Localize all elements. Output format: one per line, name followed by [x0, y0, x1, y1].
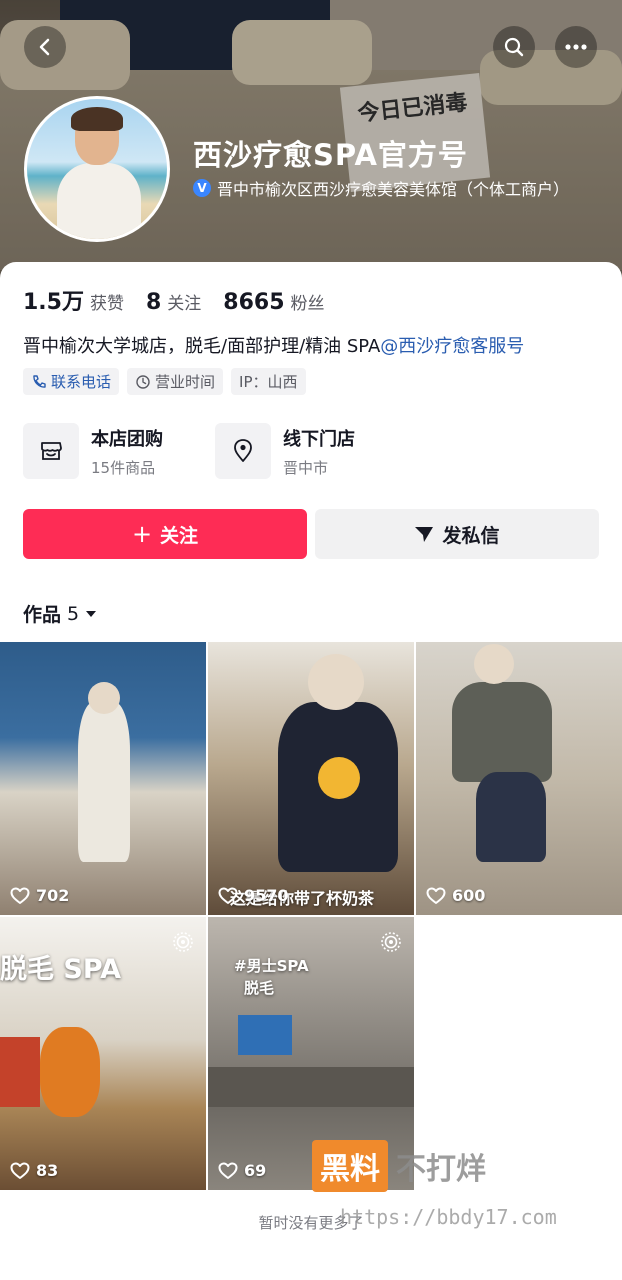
tag-phone[interactable]: 联系电话 — [23, 368, 120, 395]
plus-icon: + — [131, 520, 153, 548]
live-photo-icon — [381, 932, 401, 952]
verification-text: 晋中市榆次区西沙疗愈美容美体馆（个体工商户） — [217, 180, 570, 199]
following-count[interactable]: 8 — [146, 290, 161, 315]
watermark: 黑料 不打烊 — [312, 1140, 486, 1192]
heart-icon — [10, 1162, 30, 1179]
heart-icon — [10, 887, 30, 904]
chevron-left-icon — [39, 38, 50, 56]
likes-count: 1.5万 — [23, 290, 84, 315]
verification-row[interactable]: V 晋中市榆次区西沙疗愈美容美体馆（个体工商户） — [193, 176, 569, 200]
video-caption: 脱毛 SPA — [0, 954, 122, 985]
offline-store-subtitle: 晋中市 — [283, 458, 329, 477]
video-caption-line2: 脱毛 — [244, 979, 275, 997]
works-count: 5 — [67, 602, 80, 625]
send-icon — [415, 527, 434, 542]
location-pin-icon — [234, 439, 252, 462]
video-tile[interactable]: 脱毛 SPA 83 — [0, 917, 206, 1190]
bio-text: 晋中榆次大学城店，脱毛/面部护理/精油 SPA — [23, 336, 381, 357]
account-name: 西沙疗愈SPA官方号 — [193, 138, 468, 172]
video-caption-line1: #男士SPA — [234, 957, 309, 975]
video-likes: 9570 — [218, 886, 289, 905]
video-likes: 83 — [10, 1161, 58, 1180]
tag-hours[interactable]: 营业时间 — [127, 368, 224, 395]
group-buy-title: 本店团购 — [91, 428, 163, 450]
more-dots-icon — [565, 44, 587, 50]
message-button[interactable]: 发私信 — [315, 509, 599, 559]
video-likes: 702 — [10, 886, 69, 905]
watermark-text: 不打烊 — [396, 1152, 486, 1187]
caret-down-icon — [86, 610, 97, 617]
tag-row: 联系电话 营业时间 IP：山西 — [23, 368, 306, 395]
more-button[interactable] — [555, 26, 597, 68]
watermark-url: https://bbdy17.com — [340, 1205, 557, 1229]
tab-works[interactable]: 作品 5 — [23, 600, 97, 627]
follow-button[interactable]: + 关注 — [23, 509, 307, 559]
tag-ip: IP：山西 — [231, 368, 306, 395]
back-button[interactable] — [24, 26, 66, 68]
heart-icon — [426, 887, 446, 904]
search-icon — [504, 37, 524, 57]
group-buy-subtitle: 15件商品 — [91, 458, 156, 477]
bio-mention-link[interactable]: @西沙疗愈客服号 — [380, 336, 524, 357]
stats-row: 1.5万 获赞 8 关注 8665 粉丝 — [23, 284, 347, 316]
profile-sheet: 1.5万 获赞 8 关注 8665 粉丝 晋中榆次大学城店，脱毛/面部护理/精油… — [0, 262, 622, 1280]
bio: 晋中榆次大学城店，脱毛/面部护理/精油 SPA@西沙疗愈客服号 — [23, 332, 524, 358]
offline-store-title: 线下门店 — [283, 428, 355, 450]
avatar[interactable] — [24, 96, 170, 242]
video-tile[interactable]: 702 — [0, 642, 206, 915]
heart-icon — [218, 1162, 238, 1179]
following-label[interactable]: 关注 — [167, 289, 201, 314]
verified-badge-icon: V — [193, 179, 211, 197]
live-photo-icon — [173, 932, 193, 952]
search-button[interactable] — [493, 26, 535, 68]
watermark-logo: 黑料 — [312, 1140, 388, 1192]
clock-icon — [136, 374, 150, 389]
offline-store-entry[interactable]: 线下门店 晋中市 — [215, 423, 355, 479]
phone-icon — [33, 374, 46, 388]
video-tile[interactable]: 这是给你带了杯奶茶 9570 — [208, 642, 414, 915]
video-tile[interactable]: 600 — [416, 642, 622, 915]
heart-icon — [218, 887, 238, 904]
group-buy-entry[interactable]: 本店团购 15件商品 — [23, 423, 163, 479]
video-likes: 69 — [218, 1161, 266, 1180]
store-icon — [41, 442, 62, 460]
followers-count[interactable]: 8665 — [223, 290, 284, 315]
likes-label: 获赞 — [89, 294, 124, 314]
followers-label[interactable]: 粉丝 — [291, 289, 325, 314]
video-likes: 600 — [426, 886, 485, 905]
